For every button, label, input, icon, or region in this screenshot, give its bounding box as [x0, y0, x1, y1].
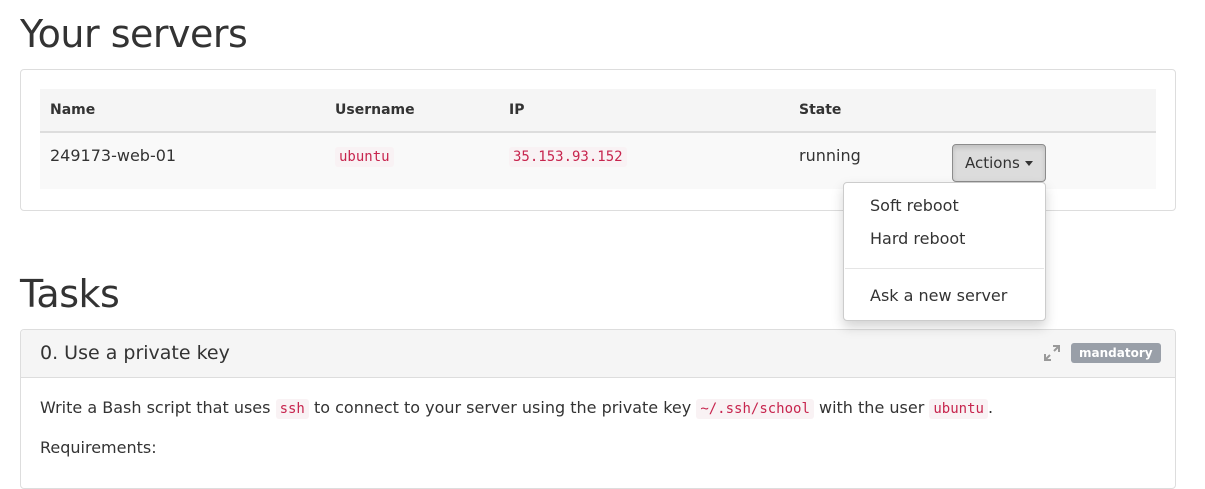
tasks-heading: Tasks: [20, 272, 120, 316]
desc-text-3: with the user: [819, 398, 925, 417]
code-key-path: ~/.ssh/school: [696, 399, 814, 419]
menu-item-soft-reboot[interactable]: Soft reboot: [870, 196, 959, 215]
code-user: ubuntu: [929, 399, 988, 419]
server-name: 249173-web-01: [40, 132, 325, 189]
servers-heading: Your servers: [20, 12, 248, 56]
server-state: running: [789, 132, 942, 189]
actions-button[interactable]: Actions: [952, 144, 1046, 182]
caret-down-icon: [1024, 160, 1033, 166]
expand-icon[interactable]: [1043, 344, 1061, 366]
menu-item-ask-new-server[interactable]: Ask a new server: [870, 286, 1007, 305]
mandatory-badge: mandatory: [1071, 343, 1161, 363]
requirements-label: Requirements:: [40, 438, 157, 457]
actions-button-label: Actions: [965, 154, 1020, 172]
table-row: 249173-web-01 ubuntu 35.153.93.152 runni…: [40, 132, 1156, 189]
column-header-actions: [942, 89, 1156, 133]
column-header-username: Username: [325, 89, 499, 133]
task-header: 0. Use a private key mandatory: [21, 330, 1175, 378]
desc-text-2: to connect to your server using the priv…: [313, 398, 692, 417]
server-username: ubuntu: [335, 147, 394, 167]
task-description: Write a Bash script that uses ssh to con…: [40, 398, 994, 419]
desc-text-1: Write a Bash script that uses: [40, 398, 271, 417]
servers-table: Name Username IP State 249173-web-01 ubu…: [40, 89, 1156, 189]
column-header-ip: IP: [499, 89, 789, 133]
table-header-row: Name Username IP State: [40, 89, 1156, 133]
task-title: 0. Use a private key: [40, 342, 230, 364]
code-ssh: ssh: [275, 399, 309, 419]
server-ip: 35.153.93.152: [509, 147, 627, 167]
task-panel: 0. Use a private key mandatory Write a B…: [20, 329, 1176, 489]
actions-dropdown-menu: Soft reboot Hard reboot Ask a new server: [843, 182, 1046, 321]
column-header-state: State: [789, 89, 942, 133]
menu-divider: [845, 268, 1044, 269]
menu-item-hard-reboot[interactable]: Hard reboot: [870, 229, 965, 248]
desc-text-4: .: [987, 398, 994, 417]
column-header-name: Name: [40, 89, 325, 133]
